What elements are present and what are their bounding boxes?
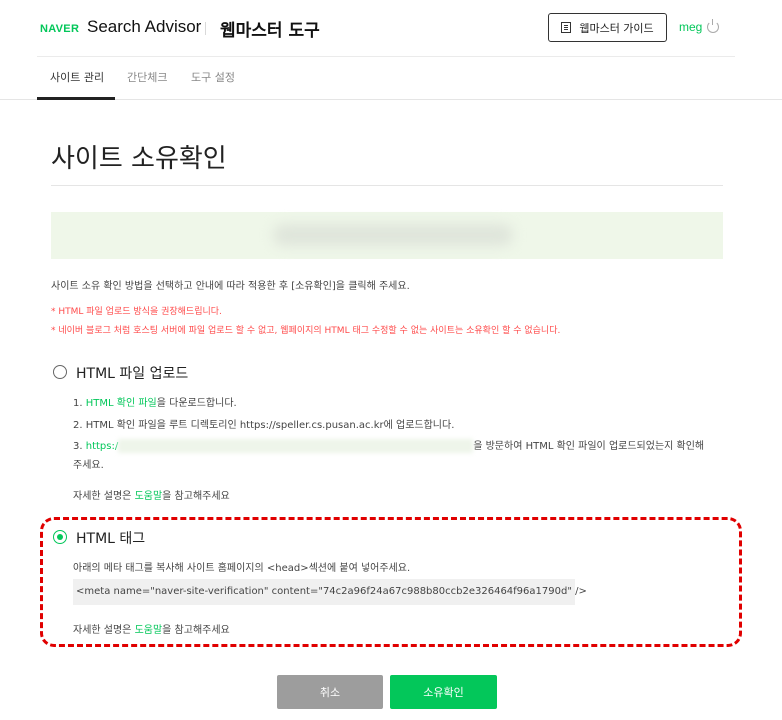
verification-url-link[interactable]: https:/ [86,441,118,452]
option-html-tag-label[interactable]: HTML 태그 [76,528,145,548]
verify-ownership-button[interactable]: 소유확인 [390,675,497,709]
user-name[interactable]: meg [679,20,702,34]
webmaster-guide-label: 웹마스터 가이드 [579,21,654,35]
intro-text: 사이트 소유 확인 방법을 선택하고 안내에 따라 적용한 후 [소유확인]을 … [51,281,410,292]
webmaster-guide-button[interactable]: 웹마스터 가이드 [548,13,667,42]
tab-tool-settings[interactable]: 도구 설정 [191,69,235,85]
redacted-site-url [273,224,513,246]
notice-restriction: * 네이버 블로그 처럼 호스팅 서버에 파일 업로드 할 수 없고, 웹페이지… [51,326,561,336]
notice-recommend: * HTML 파일 업로드 방식을 권장해드립니다. [51,307,222,317]
step-3-continued: 주세요. [73,460,104,471]
step-3-prefix: 3. [73,441,86,452]
help-suffix: 을 참고해주세요 [162,625,230,636]
radio-html-file-upload[interactable] [53,365,67,379]
step-1-suffix: 을 다운로드합니다. [156,398,237,409]
help-suffix: 을 참고해주세요 [162,491,230,502]
step-2: 2. HTML 확인 파일을 루트 디렉토리인 https://speller.… [73,420,455,431]
step-3: 3. https:/ 을 방문하여 HTML 확인 파일이 업로드되었는지 확인해 [73,437,704,453]
active-tab-indicator [37,97,115,100]
help-link[interactable]: 도움말 [135,491,163,502]
tab-site-management[interactable]: 사이트 관리 [50,69,104,85]
html-file-download-link[interactable]: HTML 확인 파일 [86,398,157,409]
redacted-verification-url [118,439,474,453]
logo-divider [205,22,206,35]
title-divider [51,185,723,186]
step-1-prefix: 1. [73,398,86,409]
html-tag-instruction: 아래의 메타 태그를 복사해 사이트 홈페이지의 <head>섹션에 붙여 넣어… [73,563,411,574]
webmaster-tool-title[interactable]: 웹마스터 도구 [220,16,320,41]
option-html-file-upload-label[interactable]: HTML 파일 업로드 [76,363,188,383]
html-tag-help: 자세한 설명은 도움말을 참고해주세요 [73,621,230,636]
meta-tag-code[interactable]: <meta name="naver-site-verification" con… [73,579,587,605]
nav-tabs: 사이트 관리 간단체크 도구 설정 [0,56,782,100]
naver-logo[interactable]: NAVER [40,23,79,35]
file-upload-help: 자세한 설명은 도움말을 참고해주세요 [73,487,230,502]
header: NAVER Search Advisor 웹마스터 도구 웹마스터 가이드 me… [0,0,782,56]
search-advisor-logo[interactable]: Search Advisor [87,17,201,37]
radio-html-tag[interactable] [53,530,67,544]
help-prefix: 자세한 설명은 [73,625,135,636]
step-3-suffix: 을 방문하여 HTML 확인 파일이 업로드되었는지 확인해 [473,441,705,452]
help-link[interactable]: 도움말 [135,625,163,636]
page-title: 사이트 소유확인 [51,144,227,174]
tab-simple-check[interactable]: 간단체크 [127,69,167,85]
help-prefix: 자세한 설명은 [73,491,135,502]
cancel-button[interactable]: 취소 [277,675,383,709]
step-1: 1. HTML 확인 파일을 다운로드합니다. [73,394,237,409]
document-icon [561,22,572,33]
logout-power-icon[interactable] [707,19,719,33]
